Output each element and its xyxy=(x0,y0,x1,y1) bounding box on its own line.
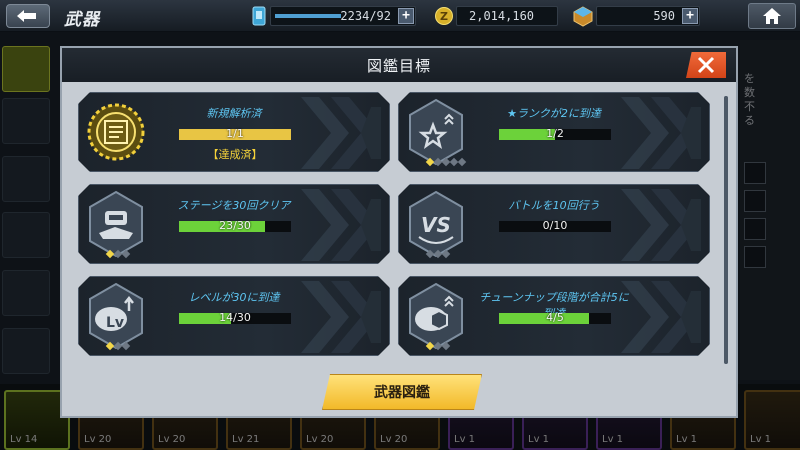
modal-title: 図鑑目標 xyxy=(366,56,431,75)
robot-pilot-icon xyxy=(89,190,143,258)
progress-text: 1/1 xyxy=(226,127,244,140)
versus-icon: VS xyxy=(409,190,463,258)
progress-text: 4/5 xyxy=(546,311,564,324)
home-icon xyxy=(763,8,781,24)
gem-plus-button[interactable]: + xyxy=(682,8,698,24)
capacity-value: 2234/92 xyxy=(340,9,391,23)
home-button[interactable] xyxy=(748,3,796,29)
goal-card: 新規解析済 1/1 【達成済】 xyxy=(78,92,390,172)
svg-text:Lv: Lv xyxy=(106,315,124,331)
rank-stars xyxy=(105,249,131,259)
capacity-counter: 2234/92 + xyxy=(270,6,416,26)
goal-card: ステージを30回クリア 23/30 xyxy=(78,184,390,264)
credit-counter: 2,014,160 xyxy=(456,6,558,26)
svg-text:VS: VS xyxy=(421,213,451,237)
rank-stars xyxy=(425,157,467,167)
rank-star-icon xyxy=(441,249,451,259)
weapon-encyclopedia-button[interactable]: 武器図鑑 xyxy=(322,374,482,410)
goals-modal: 図鑑目標 新規解析済 1/1 【達成済】 ★ランクが2に到達 1/2 ステージを… xyxy=(60,46,738,418)
level-up-icon: Lv xyxy=(89,282,143,350)
rank-stars xyxy=(105,341,131,351)
rank-star-icon xyxy=(121,341,131,351)
goal-card: Lv レベルが30に到達 14/30 xyxy=(78,276,390,356)
close-icon xyxy=(697,56,715,74)
rank-stars xyxy=(425,341,451,351)
capacity-icon xyxy=(252,6,266,26)
card-decoration xyxy=(301,189,381,261)
svg-text:Z: Z xyxy=(440,10,448,23)
progress-text: 14/30 xyxy=(219,311,251,324)
goal-title: レベルが30に到達 xyxy=(188,291,280,304)
goals-list: 新規解析済 1/1 【達成済】 ★ランクが2に到達 1/2 ステージを30回クリア 23… xyxy=(70,86,730,368)
top-bar: 武器 2234/92 + Z 2,014,160 590 + xyxy=(0,0,800,32)
gem-counter: 590 + xyxy=(596,6,700,26)
goal-title: ★ランクが2に到達 xyxy=(507,107,601,120)
page-title: 武器 xyxy=(64,10,100,30)
card-decoration xyxy=(621,281,701,353)
capacity-bar xyxy=(275,14,341,18)
credit-coin-icon: Z xyxy=(435,7,453,25)
progress-text: 23/30 xyxy=(219,219,251,232)
crystal-cube-icon xyxy=(573,6,593,27)
completed-status: 【達成済】 xyxy=(207,148,263,161)
goal-card: チューンナップ段階が合計5に到達4/5 xyxy=(398,276,710,356)
card-decoration xyxy=(301,97,381,169)
weapon-encyclopedia-label: 武器図鑑 xyxy=(374,385,430,401)
gem-value: 590 xyxy=(653,9,675,23)
card-decoration xyxy=(621,97,701,169)
tuneup-icon xyxy=(409,282,463,350)
goal-title: 新規解析済 xyxy=(206,107,262,120)
goal-title: バトルを10回行う xyxy=(508,199,600,212)
rank-star-icon xyxy=(441,341,451,351)
star-rank-up-icon xyxy=(409,98,463,166)
modal-header: 図鑑目標 xyxy=(62,48,736,82)
card-decoration xyxy=(301,281,381,353)
back-button[interactable] xyxy=(6,4,50,28)
goal-card: VS バトルを10回行う 0/10 xyxy=(398,184,710,264)
close-button[interactable] xyxy=(686,52,726,78)
card-decoration xyxy=(621,189,701,261)
back-arrow-icon xyxy=(17,10,36,22)
progress-text: 1/2 xyxy=(546,127,564,140)
analyzed-badge-icon xyxy=(87,103,145,161)
goal-title: ステージを30回クリア xyxy=(177,199,291,212)
progress-text: 0/10 xyxy=(542,219,568,232)
credit-value: 2,014,160 xyxy=(469,9,535,23)
goal-card: ★ランクが2に到達 1/2 xyxy=(398,92,710,172)
rank-stars xyxy=(425,249,451,259)
scrollbar[interactable] xyxy=(724,96,728,364)
capacity-plus-button[interactable]: + xyxy=(398,8,414,24)
rank-star-icon xyxy=(121,249,131,259)
rank-star-icon xyxy=(457,157,467,167)
scroll-thumb[interactable] xyxy=(724,96,728,364)
